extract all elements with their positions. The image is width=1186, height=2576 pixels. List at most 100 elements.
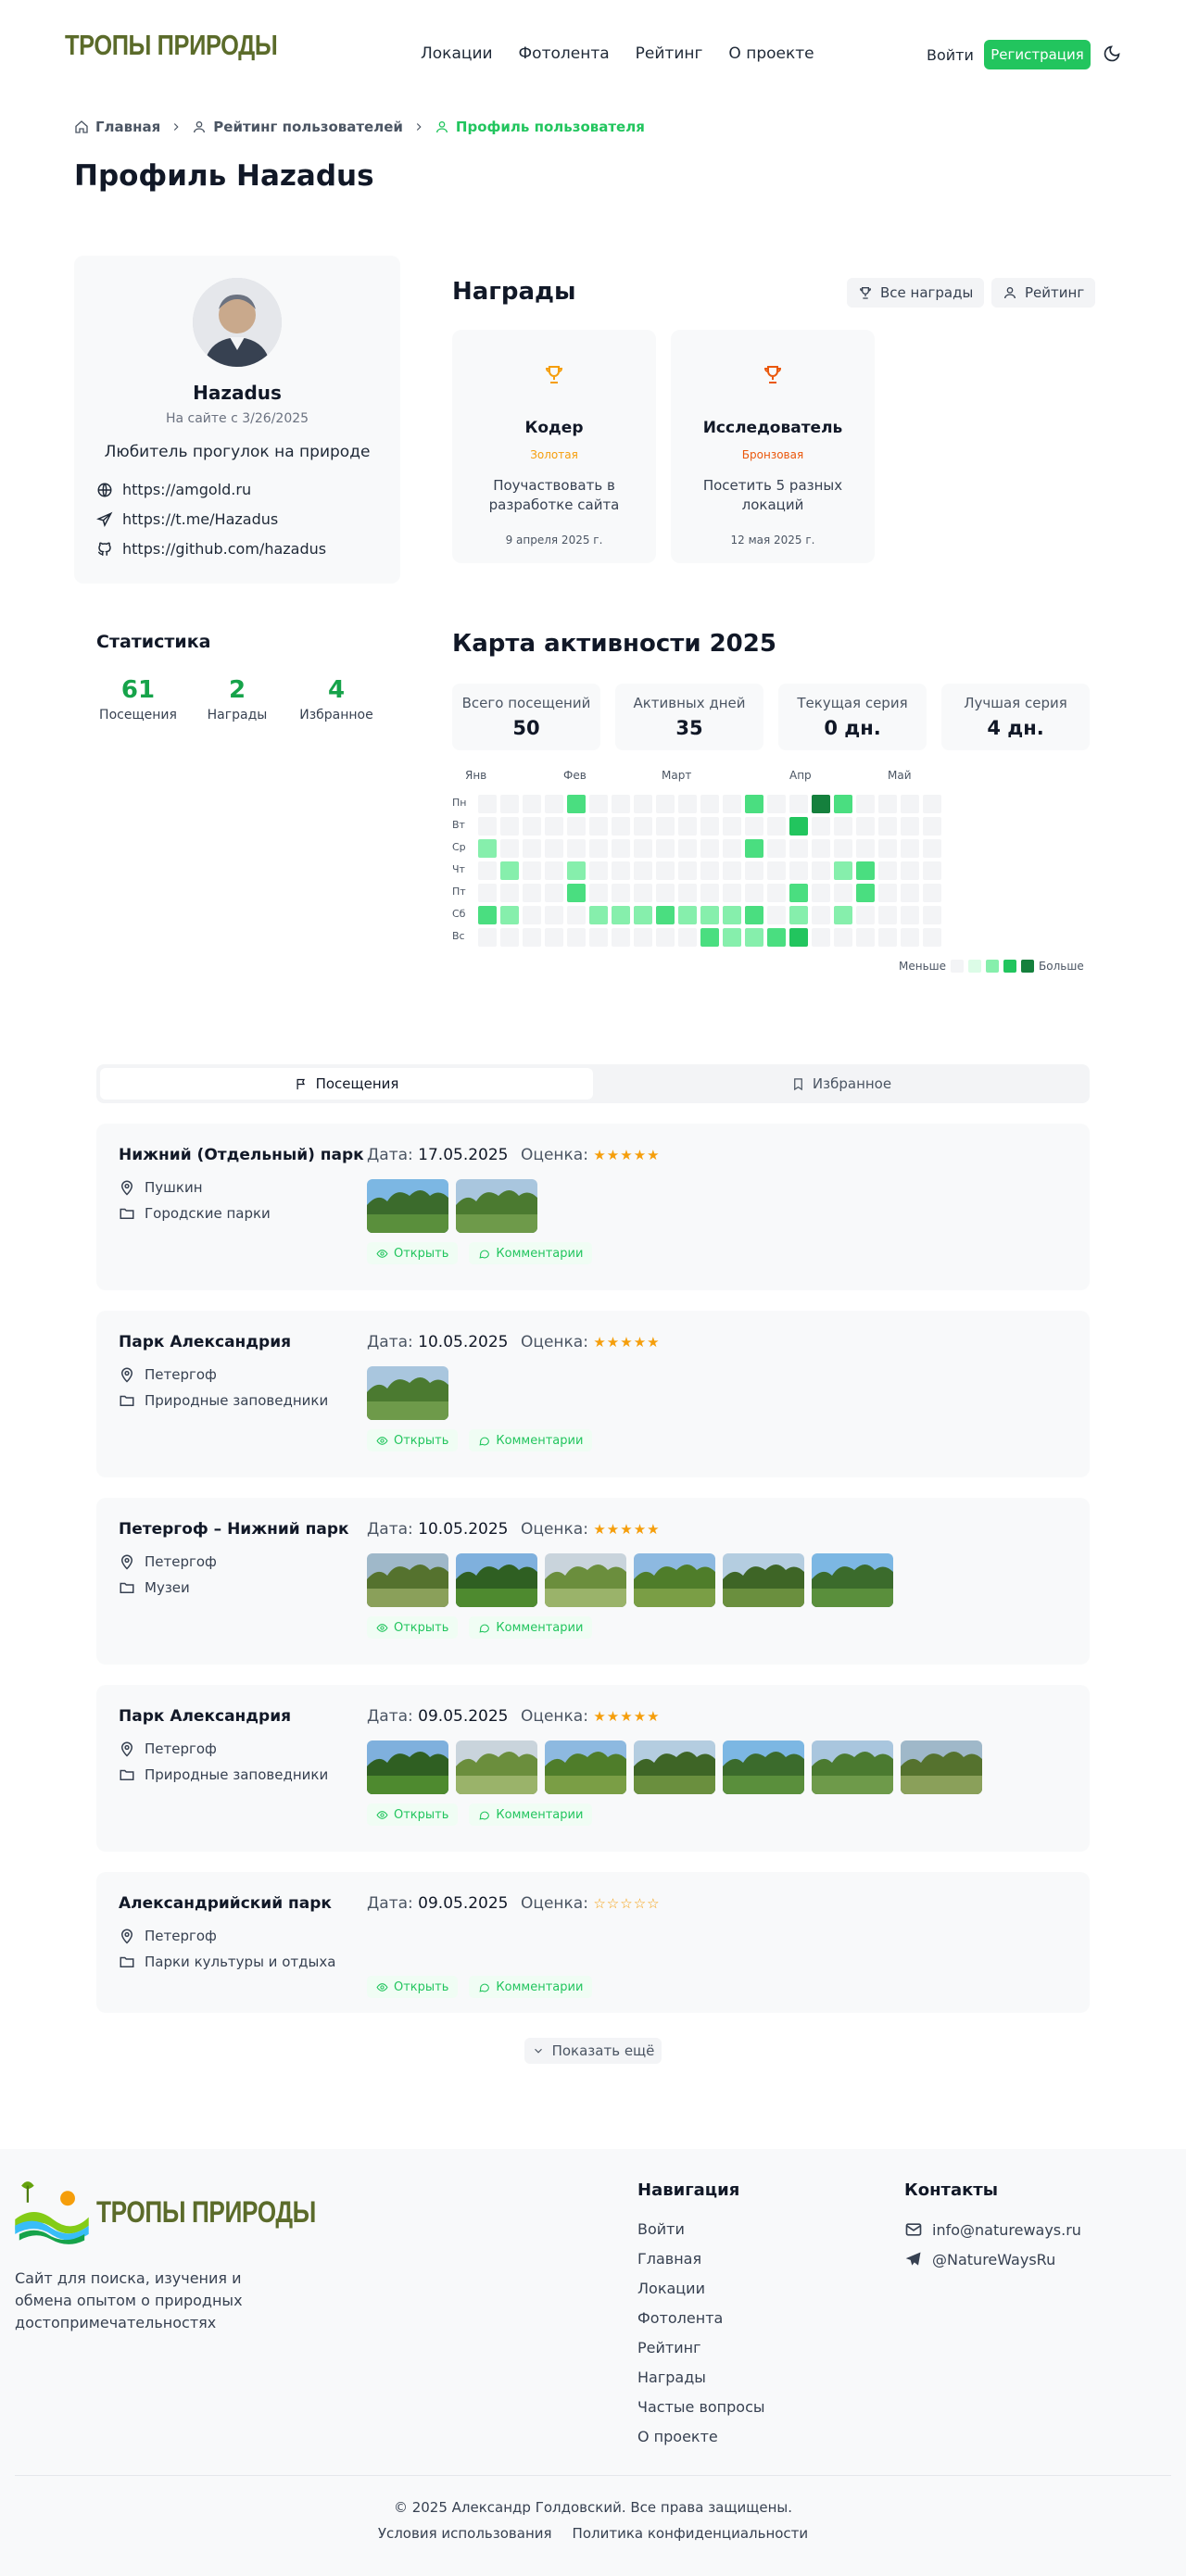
heatmap-cell[interactable] — [745, 817, 763, 836]
heatmap-cell[interactable] — [678, 884, 697, 902]
heatmap-cell[interactable] — [545, 884, 563, 902]
heatmap-cell[interactable] — [634, 884, 652, 902]
heatmap-cell[interactable] — [789, 884, 808, 902]
visit-photo[interactable] — [367, 1179, 448, 1233]
heatmap-cell[interactable] — [923, 839, 941, 858]
footer-link[interactable]: Рейтинг — [637, 2338, 765, 2358]
heatmap-cell[interactable] — [589, 928, 608, 947]
heatmap-cell[interactable] — [700, 839, 719, 858]
heatmap-cell[interactable] — [878, 884, 897, 902]
heatmap-cell[interactable] — [700, 817, 719, 836]
comments-button[interactable]: Комментарии — [469, 1242, 593, 1264]
heatmap-cell[interactable] — [500, 817, 519, 836]
heatmap-cell[interactable] — [856, 928, 875, 947]
heatmap-cell[interactable] — [545, 817, 563, 836]
heatmap-cell[interactable] — [567, 817, 586, 836]
rating-button[interactable]: Рейтинг — [991, 278, 1096, 308]
heatmap-cell[interactable] — [923, 884, 941, 902]
heatmap-cell[interactable] — [767, 884, 786, 902]
heatmap-cell[interactable] — [500, 795, 519, 813]
heatmap-cell[interactable] — [745, 884, 763, 902]
nav-rating[interactable]: Рейтинг — [636, 44, 703, 63]
heatmap-cell[interactable] — [500, 839, 519, 858]
visit-photo[interactable] — [634, 1740, 715, 1794]
heatmap-cell[interactable] — [834, 928, 852, 947]
heatmap-cell[interactable] — [901, 839, 919, 858]
heatmap-cell[interactable] — [767, 906, 786, 924]
heatmap-cell[interactable] — [567, 928, 586, 947]
heatmap-cell[interactable] — [834, 861, 852, 880]
heatmap-cell[interactable] — [923, 817, 941, 836]
open-button[interactable]: Открыть — [367, 1803, 459, 1826]
heatmap-cell[interactable] — [745, 839, 763, 858]
heatmap-cell[interactable] — [523, 928, 541, 947]
heatmap-cell[interactable] — [567, 884, 586, 902]
heatmap-cell[interactable] — [901, 906, 919, 924]
visit-location-name[interactable]: Петергоф – Нижний парк — [119, 1520, 349, 1539]
heatmap-cell[interactable] — [500, 906, 519, 924]
heatmap-cell[interactable] — [612, 839, 630, 858]
footer-link[interactable]: Главная — [637, 2249, 765, 2269]
heatmap-cell[interactable] — [723, 795, 741, 813]
heatmap-cell[interactable] — [567, 906, 586, 924]
visit-photo[interactable] — [367, 1366, 448, 1420]
heatmap-cell[interactable] — [834, 817, 852, 836]
footer-link[interactable]: Награды — [637, 2368, 765, 2388]
heatmap-cell[interactable] — [878, 861, 897, 880]
heatmap-cell[interactable] — [634, 839, 652, 858]
heatmap-cell[interactable] — [789, 928, 808, 947]
heatmap-cell[interactable] — [634, 817, 652, 836]
heatmap-cell[interactable] — [745, 906, 763, 924]
heatmap-cell[interactable] — [478, 884, 497, 902]
heatmap-cell[interactable] — [589, 817, 608, 836]
heatmap-cell[interactable] — [612, 795, 630, 813]
visit-photo[interactable] — [367, 1740, 448, 1794]
visit-location-name[interactable]: Нижний (Отдельный) парк — [119, 1146, 364, 1164]
theme-toggle-button[interactable] — [1103, 44, 1121, 63]
profile-link-telegram[interactable]: https://t.me/Hazadus — [96, 509, 326, 529]
heatmap-cell[interactable] — [523, 795, 541, 813]
all-awards-button[interactable]: Все награды — [847, 278, 985, 308]
breadcrumb-rating[interactable]: Рейтинг пользователей — [192, 119, 403, 135]
open-button[interactable]: Открыть — [367, 1616, 459, 1639]
heatmap-cell[interactable] — [678, 817, 697, 836]
heatmap-cell[interactable] — [856, 861, 875, 880]
heatmap-cell[interactable] — [901, 884, 919, 902]
heatmap-cell[interactable] — [923, 928, 941, 947]
heatmap-cell[interactable] — [523, 884, 541, 902]
breadcrumb-home[interactable]: Главная — [74, 119, 160, 135]
heatmap-cell[interactable] — [812, 795, 830, 813]
nav-locations[interactable]: Локации — [421, 44, 493, 63]
visit-photo[interactable] — [634, 1553, 715, 1607]
heatmap-cell[interactable] — [678, 906, 697, 924]
heatmap-cell[interactable] — [856, 884, 875, 902]
heatmap-cell[interactable] — [634, 906, 652, 924]
footer-link[interactable]: Войти — [637, 2219, 765, 2240]
heatmap-cell[interactable] — [656, 884, 675, 902]
heatmap-cell[interactable] — [856, 839, 875, 858]
comments-button[interactable]: Комментарии — [469, 1616, 593, 1639]
heatmap-cell[interactable] — [589, 839, 608, 858]
comments-button[interactable]: Комментарии — [469, 1976, 593, 1998]
heatmap-cell[interactable] — [612, 906, 630, 924]
heatmap-cell[interactable] — [812, 839, 830, 858]
visit-photo[interactable] — [901, 1740, 982, 1794]
heatmap-cell[interactable] — [923, 861, 941, 880]
heatmap-cell[interactable] — [656, 795, 675, 813]
visit-photo[interactable] — [367, 1553, 448, 1607]
heatmap-cell[interactable] — [767, 795, 786, 813]
heatmap-cell[interactable] — [567, 861, 586, 880]
heatmap-cell[interactable] — [767, 817, 786, 836]
heatmap-cell[interactable] — [567, 795, 586, 813]
heatmap-cell[interactable] — [634, 928, 652, 947]
visit-photo[interactable] — [456, 1553, 537, 1607]
heatmap-cell[interactable] — [834, 884, 852, 902]
heatmap-cell[interactable] — [812, 817, 830, 836]
visit-photo[interactable] — [456, 1740, 537, 1794]
visit-photo[interactable] — [812, 1740, 893, 1794]
heatmap-cell[interactable] — [612, 928, 630, 947]
award-card[interactable]: Исследователь Бронзовая Посетить 5 разны… — [671, 330, 875, 563]
heatmap-cell[interactable] — [545, 928, 563, 947]
heatmap-cell[interactable] — [500, 884, 519, 902]
heatmap-cell[interactable] — [634, 795, 652, 813]
